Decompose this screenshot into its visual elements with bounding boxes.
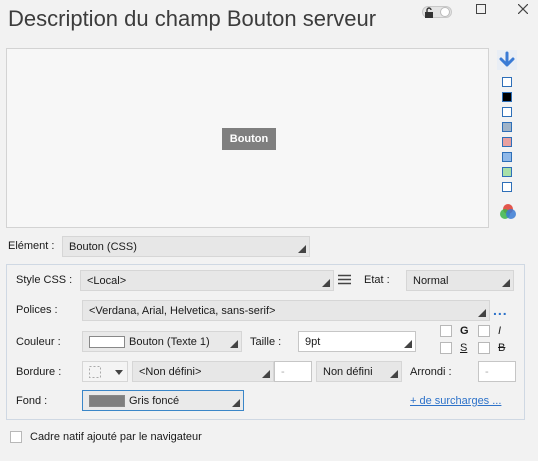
state-label: Etat : [364, 274, 390, 286]
italic-label: I [498, 325, 502, 337]
css-style-select[interactable]: <Local> [80, 270, 334, 291]
dropdown-triangle-icon [404, 340, 412, 348]
dropdown-triangle-icon [262, 370, 270, 378]
color-palette-icon[interactable] [499, 203, 517, 221]
dropdown-triangle-icon [502, 279, 510, 287]
menu-icon[interactable] [338, 274, 352, 286]
dropdown-triangle-icon [390, 370, 398, 378]
chevron-down-icon [115, 370, 123, 375]
dropdown-triangle-icon [322, 279, 330, 287]
border-width-field[interactable]: - [274, 361, 312, 382]
color-swatch-6[interactable] [502, 152, 512, 162]
color-swatch-4[interactable] [502, 122, 512, 132]
text-color-swatch [89, 335, 125, 348]
border-sides-icon [89, 365, 101, 378]
fonts-label: Polices : [16, 304, 58, 316]
underline-checkbox[interactable] [440, 342, 452, 354]
state-select[interactable]: Normal [406, 270, 514, 291]
element-value: Bouton (CSS) [69, 240, 137, 253]
bold-label: G [460, 325, 469, 337]
border-style-value: <Non défini> [139, 365, 202, 378]
border-style-select[interactable]: <Non défini> [132, 361, 274, 382]
dropdown-triangle-icon [230, 340, 238, 348]
background-value: Gris foncé [129, 394, 180, 407]
element-label: Elément : [8, 240, 55, 252]
background-label: Fond : [16, 395, 48, 407]
color-swatch-1[interactable] [502, 77, 512, 87]
close-icon [518, 4, 528, 14]
color-swatch-2[interactable] [502, 92, 512, 102]
dropdown-triangle-icon [478, 309, 486, 317]
maximize-button[interactable] [474, 2, 488, 16]
strike-label: B [498, 342, 506, 354]
bold-checkbox[interactable] [440, 325, 452, 337]
border-sides-select[interactable] [82, 361, 128, 382]
close-button[interactable] [516, 2, 530, 16]
underline-label: S [460, 342, 468, 354]
radius-field[interactable]: - [478, 361, 516, 382]
border-label: Bordure : [16, 366, 62, 378]
dropdown-triangle-icon [232, 399, 240, 407]
color-swatch-7[interactable] [502, 167, 512, 177]
fonts-select[interactable]: <Verdana, Arial, Helvetica, sans-serif> [82, 300, 490, 321]
border-type-value: Non défini [323, 365, 373, 378]
color-swatch-3[interactable] [502, 107, 512, 117]
color-swatch-5[interactable] [502, 137, 512, 147]
css-style-value: <Local> [87, 274, 127, 287]
state-value: Normal [413, 274, 449, 287]
border-type-select[interactable]: Non défini [316, 361, 402, 382]
native-frame-checkbox[interactable] [10, 431, 22, 443]
radius-label: Arrondi : [410, 366, 452, 378]
fonts-value: <Verdana, Arial, Helvetica, sans-serif> [89, 304, 276, 317]
more-fonts-button[interactable]: ... [493, 302, 508, 318]
dialog-title: Description du champ Bouton serveur [8, 6, 377, 31]
size-value: 9pt [305, 335, 321, 348]
italic-checkbox[interactable] [478, 325, 490, 337]
dropdown-triangle-icon [298, 245, 306, 253]
maximize-icon [476, 4, 486, 14]
lock-toggle[interactable] [422, 4, 454, 18]
color-select[interactable]: Bouton (Texte 1) [82, 331, 242, 352]
preview-area: Bouton [6, 48, 489, 228]
color-swatch-8[interactable] [502, 182, 512, 192]
lock-icon [425, 7, 433, 18]
more-overrides-link[interactable]: + de surcharges ... [410, 395, 501, 407]
size-label: Taille : [250, 336, 282, 348]
color-value: Bouton (Texte 1) [129, 335, 210, 348]
background-color-swatch [89, 394, 125, 407]
element-select[interactable]: Bouton (CSS) [62, 236, 310, 257]
native-frame-label: Cadre natif ajouté par le navigateur [30, 431, 202, 443]
background-select[interactable]: Gris foncé [82, 390, 244, 411]
toggle-knob [440, 7, 450, 17]
down-arrow-icon[interactable] [497, 50, 517, 70]
color-label: Couleur : [16, 336, 61, 348]
css-style-label: Style CSS : [16, 274, 73, 286]
preview-button[interactable]: Bouton [222, 128, 276, 150]
strike-checkbox[interactable] [478, 342, 490, 354]
size-field[interactable]: 9pt [298, 331, 416, 352]
